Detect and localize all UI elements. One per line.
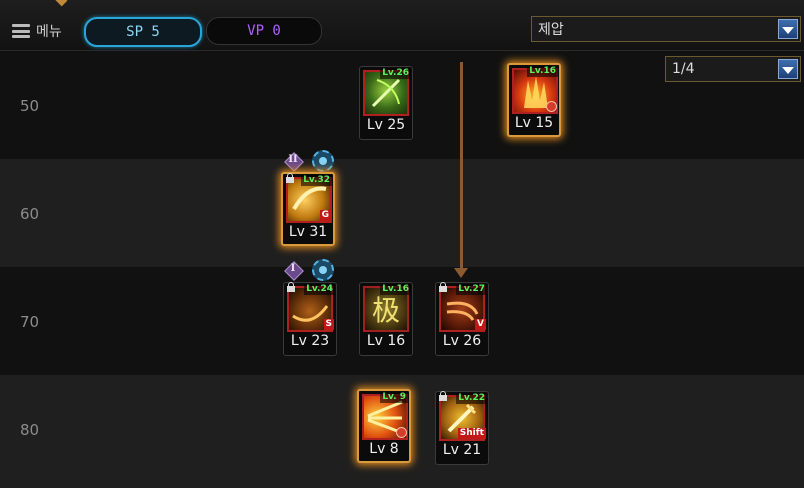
level-badge: Lv.24: [304, 284, 335, 295]
svg-text:极: 极: [372, 294, 400, 327]
chevron-down-icon[interactable]: [778, 19, 798, 39]
category-select[interactable]: 제압: [531, 16, 801, 42]
skill-level: Lv 16: [366, 333, 406, 349]
level-badge: Lv.32: [301, 175, 332, 186]
hamburger-icon: [12, 24, 30, 38]
tier-1-icon: I: [284, 261, 304, 281]
skill-slot[interactable]: Lv.22 Shift Lv 21: [435, 391, 489, 465]
level-badge: Lv.16: [527, 66, 558, 77]
level-row-60: 60: [0, 159, 804, 267]
skill-level: Lv 21: [442, 442, 482, 458]
level-badge: Lv.22: [456, 393, 487, 404]
skill-level: Lv 26: [442, 333, 482, 349]
skill-level: Lv 23: [290, 333, 330, 349]
category-select-value: 제압: [538, 22, 564, 38]
arrow-head-icon: [454, 268, 468, 278]
clock-icon: [546, 101, 557, 112]
key-badge: G: [319, 210, 331, 221]
key-badge: S: [323, 319, 334, 330]
skill-level: Lv 8: [369, 441, 399, 457]
menu-button[interactable]: 메뉴: [12, 18, 62, 44]
sp-counter: SP 5: [84, 17, 202, 47]
skill-slot[interactable]: Lv.27 V Lv 26: [435, 282, 489, 356]
row-level-label: 60: [20, 205, 40, 223]
prerequisite-arrow-line: [460, 62, 463, 270]
page-select-value: 1/4: [672, 61, 695, 77]
level-badge: Lv.26: [380, 68, 411, 79]
clock-icon: [396, 427, 407, 438]
lock-icon: [287, 282, 295, 293]
top-notch-decoration: [54, 0, 68, 7]
row-level-label: 80: [20, 421, 40, 439]
chevron-down-icon[interactable]: [778, 59, 798, 79]
lock-icon: [439, 391, 447, 402]
level-badge: Lv. 9: [380, 392, 408, 403]
row-level-label: 70: [20, 313, 40, 331]
skill-slot[interactable]: Lv.24 S Lv 23: [283, 282, 337, 356]
key-badge: V: [475, 319, 486, 330]
skill-slot[interactable]: Lv.32 G Lv 31: [281, 172, 335, 246]
skill-level: Lv 15: [514, 115, 554, 131]
skill-level: Lv 25: [366, 117, 406, 133]
key-badge: Shift: [457, 428, 486, 439]
skill-level: Lv 31: [288, 224, 328, 240]
gear-icon: [312, 150, 334, 172]
page-select[interactable]: 1/4: [665, 56, 801, 82]
level-badge: Lv.16: [380, 284, 411, 295]
tier-2-icon: II: [284, 152, 304, 172]
level-badge: Lv.27: [456, 284, 487, 295]
menu-label: 메뉴: [36, 24, 62, 40]
top-bar: 메뉴 SP 5 VP 0 제압: [0, 0, 804, 51]
row-level-label: 50: [20, 97, 40, 115]
gear-icon: [312, 259, 334, 281]
vp-counter: VP 0: [206, 17, 322, 45]
skill-slot[interactable]: 极 Lv.16 Lv 16: [359, 282, 413, 356]
skill-slot[interactable]: Lv.26 Lv 25: [359, 66, 413, 140]
skill-slot[interactable]: Lv.16 Lv 15: [507, 63, 561, 137]
lock-icon: [439, 282, 447, 293]
lock-icon: [286, 173, 294, 184]
skill-slot[interactable]: Lv. 9 Lv 8: [357, 389, 411, 463]
